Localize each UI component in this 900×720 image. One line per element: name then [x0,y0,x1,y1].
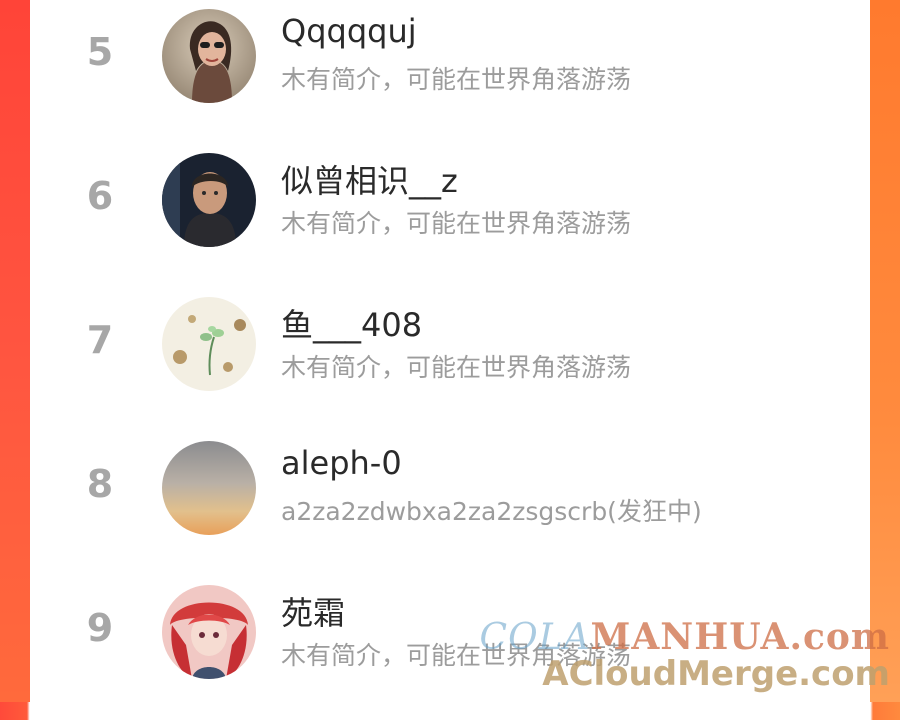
list-item[interactable]: 6 似曾相识__z 木有简介，可能在世界角落游荡 [30,144,870,288]
user-name[interactable]: 鱼___408 [281,300,422,346]
avatar-anime-red-hair-icon[interactable] [162,585,256,679]
rank-number: 5 [86,30,114,74]
right-frame-border [870,0,900,702]
avatar-sunset-gradient-icon[interactable] [162,441,256,535]
user-bio: 木有简介，可能在世界角落游荡 [281,209,632,238]
list-item[interactable]: 9 苑霜 木有简介，可能在世界角落游荡 [30,576,870,720]
user-bio: 木有简介，可能在世界角落游荡 [281,641,632,670]
rank-number: 8 [86,462,114,506]
avatar-portrait-dark-icon[interactable] [162,153,256,247]
left-frame-border [0,0,30,702]
rank-number: 7 [86,318,114,362]
list-item[interactable]: 8 aleph-0 a2za2zdwbxa2za2zsgscrb(发狂中) [30,432,870,576]
user-bio: 木有简介，可能在世界角落游荡 [281,65,632,94]
avatar-woman-sunglasses-icon[interactable] [162,9,256,103]
list-item[interactable]: 7 鱼___408 木有简介，可能在世界角落游荡 [30,288,870,432]
rank-number: 6 [86,174,114,218]
user-bio: 木有简介，可能在世界角落游荡 [281,353,632,382]
rank-number: 9 [86,606,114,650]
user-name[interactable]: Qqqqquj [281,12,417,50]
avatar-plant-doodle-icon[interactable] [162,297,256,391]
user-name[interactable]: 似曾相识__z [281,156,458,202]
user-name[interactable]: aleph-0 [281,444,402,482]
user-bio: a2za2zdwbxa2za2zsgscrb(发狂中) [281,497,702,526]
list-item[interactable]: 5 Qqqqquj 木有简介，可能在世界角落游荡 [30,0,870,144]
user-name[interactable]: 苑霜 [281,588,345,634]
